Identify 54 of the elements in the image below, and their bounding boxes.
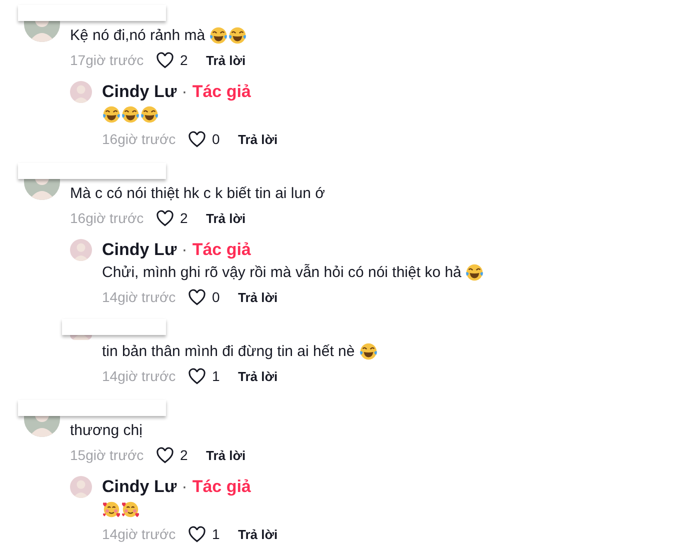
- laughing-face-icon: [228, 26, 248, 44]
- comment-time: 14giờ trước: [102, 289, 177, 305]
- like-count: 1: [212, 526, 220, 542]
- reply-button[interactable]: Trả lời: [238, 132, 278, 146]
- author-name[interactable]: Cindy Lư: [102, 240, 177, 260]
- reply-button[interactable]: Trả lời: [206, 52, 246, 68]
- like-count: 2: [180, 210, 188, 226]
- heart-icon[interactable]: [188, 130, 206, 148]
- heart-icon[interactable]: [188, 526, 206, 542]
- like-count: 0: [212, 131, 220, 147]
- reply-button[interactable]: Trả lời: [206, 210, 246, 226]
- laughing-face-icon: [465, 262, 484, 282]
- comment-time: 14giờ trước: [102, 526, 177, 542]
- author-label: Tác giả: [192, 82, 251, 102]
- author-label: Tác giả: [192, 240, 251, 260]
- like-count: 0: [212, 289, 220, 305]
- laughing-face-icon: [121, 104, 140, 124]
- heart-icon[interactable]: [156, 210, 174, 226]
- laughing-face-icon: [102, 104, 121, 124]
- reply-button[interactable]: Trả lời: [238, 526, 278, 542]
- heart-icon[interactable]: [188, 288, 206, 306]
- comment-time: 16giờ trước: [70, 210, 145, 226]
- like-count: 1: [212, 368, 220, 384]
- comment-time: 16giờ trước: [102, 131, 177, 147]
- laughing-face-icon: [209, 26, 228, 44]
- author-label: Tác giả: [192, 477, 251, 497]
- separator: ·: [182, 477, 188, 497]
- comment-time: 14giờ trước: [102, 368, 177, 384]
- comment-text: thương chị: [70, 422, 142, 438]
- avatar[interactable]: [24, 21, 60, 42]
- laughing-face-icon: [358, 342, 378, 360]
- reply-button[interactable]: Trả lời: [238, 368, 278, 384]
- comment-text: Chửi, mình ghi rõ vậy rồi mà vẫn hỏi có nói thiệt ko hả: [102, 264, 462, 280]
- separator: ·: [182, 240, 188, 260]
- heart-icon[interactable]: [156, 52, 174, 68]
- heart-icon[interactable]: [188, 368, 206, 384]
- comment-time: 15giờ trước: [70, 447, 145, 463]
- separator: ·: [182, 82, 188, 102]
- heart-icon[interactable]: [156, 446, 174, 464]
- heart-face-icon: [102, 500, 121, 518]
- like-count: 2: [180, 447, 188, 463]
- avatar[interactable]: [24, 179, 60, 200]
- heart-face-icon: [121, 500, 140, 518]
- comment-text: Mà c có nói thiệt hk c k biết tin ai lun ớ: [70, 184, 325, 202]
- reply-button[interactable]: Trả lời: [206, 448, 246, 462]
- avatar[interactable]: [24, 416, 60, 437]
- author-name[interactable]: Cindy Lư: [102, 477, 177, 497]
- comment-text: Kệ nó đi,nó rảnh mà: [70, 26, 206, 44]
- laughing-face-icon: [140, 104, 159, 124]
- reply-button[interactable]: Trả lời: [238, 290, 278, 304]
- comment-text: tin bản thân mình đi đừng tin ai hết nè: [102, 342, 355, 360]
- comment-time: 17giờ trước: [70, 52, 145, 68]
- like-count: 2: [180, 52, 188, 68]
- author-name[interactable]: Cindy Lư: [102, 82, 177, 102]
